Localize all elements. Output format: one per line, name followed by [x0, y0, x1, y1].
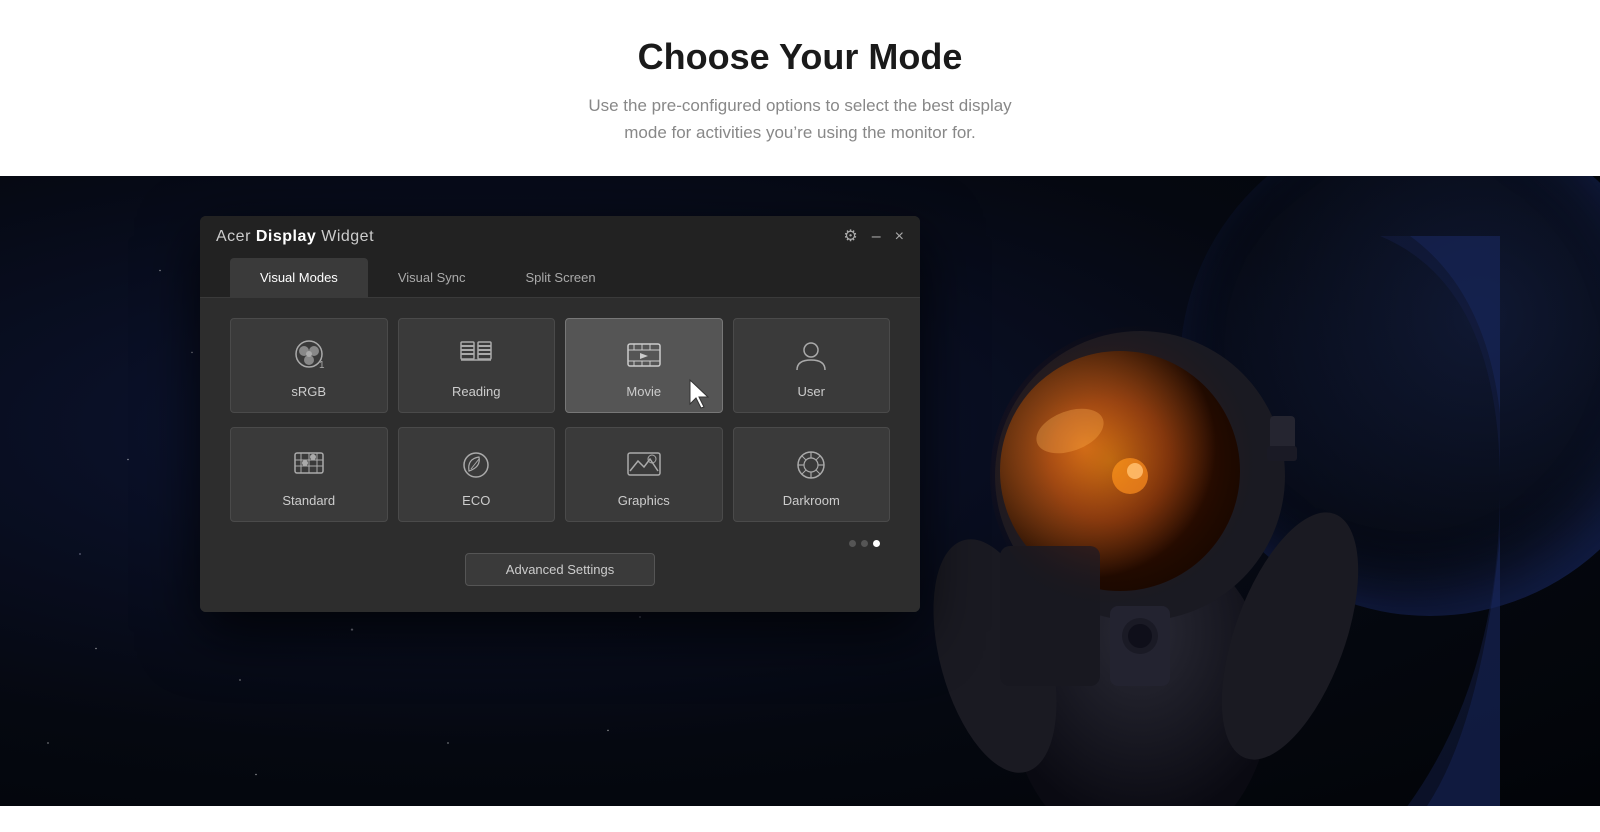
srgb-label: sRGB [291, 384, 326, 399]
page-title: Choose Your Mode [0, 36, 1600, 78]
mode-darkroom[interactable]: Darkroom [733, 427, 891, 522]
palette-icon: 1 [289, 336, 329, 376]
dot-1[interactable] [849, 540, 856, 547]
standard-icon [289, 445, 329, 485]
reading-label: Reading [452, 384, 500, 399]
mode-reading[interactable]: Reading [398, 318, 556, 413]
tab-split-screen[interactable]: Split Screen [496, 258, 626, 297]
tabs-bar: Visual Modes Visual Sync Split Screen [200, 258, 920, 298]
svg-text:1: 1 [319, 360, 325, 371]
widget-title: Acer Display Widget [216, 228, 374, 246]
title-bar: Acer Display Widget ⚙ – × [200, 216, 920, 258]
dot-2[interactable] [861, 540, 868, 547]
mode-user[interactable]: User [733, 318, 891, 413]
darkroom-icon [791, 445, 831, 485]
advanced-settings-row: Advanced Settings [230, 553, 890, 592]
darkroom-label: Darkroom [783, 493, 840, 508]
mode-standard[interactable]: Standard [230, 427, 388, 522]
mode-graphics[interactable]: Graphics [565, 427, 723, 522]
modes-row-1: 1 sRGB [230, 318, 890, 413]
movie-label: Movie [626, 384, 661, 399]
pagination-dots [230, 536, 890, 549]
window-controls: ⚙ – × [843, 229, 904, 245]
graphics-label: Graphics [618, 493, 670, 508]
grid-content: 1 sRGB [200, 298, 920, 612]
settings-icon[interactable]: ⚙ [843, 229, 857, 245]
tab-visual-modes[interactable]: Visual Modes [230, 258, 368, 297]
eco-label: ECO [462, 493, 490, 508]
reading-icon [456, 336, 496, 376]
minimize-icon[interactable]: – [872, 229, 881, 245]
mode-eco[interactable]: ECO [398, 427, 556, 522]
page-header: Choose Your Mode Use the pre-configured … [0, 0, 1600, 176]
standard-label: Standard [282, 493, 335, 508]
widget-window: Acer Display Widget ⚙ – × Visual Modes V… [200, 216, 920, 612]
dot-3[interactable] [873, 540, 880, 547]
modes-row-2: Standard ECO [230, 427, 890, 522]
advanced-settings-button[interactable]: Advanced Settings [465, 553, 655, 586]
tab-visual-sync[interactable]: Visual Sync [368, 258, 496, 297]
mode-srgb[interactable]: 1 sRGB [230, 318, 388, 413]
cursor-icon [686, 378, 714, 410]
graphics-icon [624, 445, 664, 485]
eco-icon [456, 445, 496, 485]
close-icon[interactable]: × [895, 229, 904, 245]
page-description: Use the pre-configured options to select… [0, 92, 1600, 146]
user-label: User [798, 384, 825, 399]
user-icon [791, 336, 831, 376]
movie-icon [624, 336, 664, 376]
hero-section: Acer Display Widget ⚙ – × Visual Modes V… [0, 176, 1600, 806]
mode-movie[interactable]: Movie [565, 318, 723, 413]
